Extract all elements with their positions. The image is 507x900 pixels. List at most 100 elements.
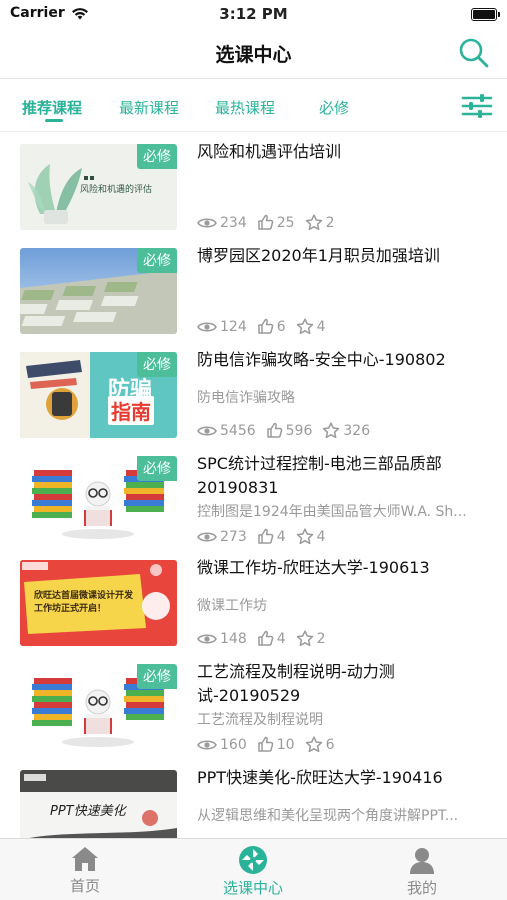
course-thumbnail: 欣旺达首届微课设计开发工作坊正式开启！: [20, 560, 177, 646]
course-title: 微课工作坊-欣旺达大学-190613: [197, 558, 430, 577]
views-count: 5456: [220, 422, 256, 439]
course-thumbnail: 必修: [20, 456, 177, 542]
required-badge: 必修: [137, 456, 177, 481]
required-badge: 必修: [137, 352, 177, 377]
tab-active-indicator: [45, 119, 63, 122]
course-stats: 148 4 2: [197, 630, 336, 647]
person-icon: [410, 848, 434, 874]
course-title: 博罗园区2020年1月职员加强培训: [197, 246, 440, 265]
likes-count: 596: [285, 422, 313, 439]
likes-count: 10: [276, 736, 295, 753]
course-subtitle: 从逻辑思维和美化呈现两个角度讲解PPT...: [197, 808, 459, 824]
course-item[interactable]: 风险和机遇的评估 必修 风险和机遇评估培训 234 25 2: [0, 132, 507, 236]
course-stats: 160 10 6: [197, 736, 344, 753]
star-icon: [296, 318, 313, 335]
required-badge: 必修: [137, 248, 177, 273]
course-thumbnail: 防骗 指南 必修: [20, 352, 177, 438]
thumbs-up-icon: [257, 318, 274, 334]
course-title: 风险和机遇评估培训: [197, 142, 342, 161]
eye-icon: [197, 425, 217, 436]
star-icon: [305, 736, 322, 753]
course-title: 工艺流程及制程说明-动力测试-20190529: [197, 662, 395, 705]
tabbar-label: 首页: [69, 877, 100, 895]
views-count: 124: [220, 318, 247, 335]
eye-icon: [197, 633, 217, 644]
tab-required[interactable]: 必修: [319, 97, 349, 118]
battery-icon: [471, 8, 500, 21]
stars-count: 326: [343, 422, 371, 439]
course-title: PPT快速美化-欣旺达大学-190416: [197, 768, 443, 787]
eye-icon: [197, 321, 217, 332]
nav-bar: 选课中心: [0, 28, 507, 78]
tabbar-item-course-center[interactable]: 选课中心: [193, 845, 313, 898]
course-item[interactable]: 必修 SPC统计过程控制-电池三部品质部20190831 控制图是1924年由美…: [0, 444, 507, 548]
star-icon: [323, 422, 340, 439]
likes-count: 6: [276, 318, 286, 335]
stars-count: 6: [325, 736, 335, 753]
views-count: 234: [220, 214, 247, 231]
tabbar-label: 选课中心: [222, 879, 283, 897]
course-item[interactable]: 欣旺达首届微课设计开发工作坊正式开启！ 微课工作坊-欣旺达大学-190613 微…: [0, 548, 507, 652]
course-title: 防电信诈骗攻略-安全中心-190802: [197, 350, 446, 369]
page-title: 选课中心: [215, 44, 292, 66]
stars-count: 4: [316, 318, 326, 335]
views-count: 148: [220, 630, 247, 647]
likes-count: 25: [276, 214, 295, 231]
eye-icon: [197, 531, 217, 542]
course-stats: 234 25 2: [197, 214, 344, 231]
star-icon: [296, 528, 313, 545]
course-subtitle: 工艺流程及制程说明: [197, 712, 323, 728]
thumbs-up-icon: [257, 214, 274, 230]
thumb-caption: PPT快速美化: [50, 804, 126, 819]
course-stats: 5456 596 326: [197, 422, 380, 439]
course-stats: 273 4 4: [197, 528, 336, 545]
course-item[interactable]: 必修 工艺流程及制程说明-动力测试-20190529 工艺流程及制程说明 160…: [0, 652, 507, 756]
views-count: 160: [220, 736, 247, 753]
home-icon: [72, 847, 98, 871]
course-item[interactable]: 必修 博罗园区2020年1月职员加强培训 124 6 4: [0, 236, 507, 340]
tab-hottest[interactable]: 最热课程: [215, 97, 275, 118]
course-item[interactable]: PPT快速美化 PPT快速美化-欣旺达大学-190416 从逻辑思维和美化呈现两…: [0, 758, 507, 838]
thumb-caption: 欣旺达首届微课设计开发工作坊正式开启！: [34, 591, 134, 614]
thumb-subheadline: 指南: [108, 396, 154, 425]
bottom-tab-bar: 首页 选课中心 我的: [0, 838, 507, 900]
star-icon: [305, 214, 322, 231]
thumb-caption: 风险和机遇的评估: [80, 185, 153, 195]
stars-count: 4: [316, 528, 326, 545]
stars-count: 2: [316, 630, 326, 647]
thumbs-up-icon: [257, 528, 274, 544]
course-subtitle: 防电信诈骗攻略: [197, 390, 295, 406]
search-icon[interactable]: [457, 36, 491, 70]
tabbar-item-home[interactable]: 首页: [25, 845, 145, 896]
eye-icon: [197, 739, 217, 750]
screen: Carrier 3:12 PM 选课中心 推荐课程 最新课程 最热课程 必修 风…: [0, 0, 507, 900]
course-stats: 124 6 4: [197, 318, 336, 335]
eye-icon: [197, 217, 217, 228]
course-list: 风险和机遇的评估 必修 风险和机遇评估培训 234 25 2 必修 博罗园区20…: [0, 132, 507, 838]
aperture-icon: [239, 846, 267, 874]
course-thumbnail: 必修: [20, 664, 177, 750]
stars-count: 2: [325, 214, 335, 231]
star-icon: [296, 630, 313, 647]
status-time: 3:12 PM: [219, 5, 288, 23]
likes-count: 4: [276, 630, 286, 647]
filter-sliders-icon[interactable]: [461, 93, 493, 119]
course-title: SPC统计过程控制-电池三部品质部20190831: [197, 454, 442, 497]
status-bar: Carrier 3:12 PM: [0, 0, 507, 28]
tab-latest[interactable]: 最新课程: [119, 97, 179, 118]
course-subtitle: 微课工作坊: [197, 598, 267, 614]
tabbar-item-profile[interactable]: 我的: [362, 845, 482, 898]
thumbs-up-icon: [266, 422, 282, 438]
tab-recommended[interactable]: 推荐课程: [22, 97, 82, 118]
course-item[interactable]: 防骗 指南 必修 防电信诈骗攻略-安全中心-190802 防电信诈骗攻略 545…: [0, 340, 507, 444]
course-thumbnail: 风险和机遇的评估 必修: [20, 144, 177, 230]
views-count: 273: [220, 528, 247, 545]
category-tabs: 推荐课程 最新课程 最热课程 必修: [0, 79, 507, 131]
thumbs-up-icon: [257, 736, 274, 752]
course-subtitle: 控制图是1924年由美国品管大师W.A. Sh...: [197, 504, 467, 520]
thumbs-up-icon: [257, 630, 274, 646]
required-badge: 必修: [137, 664, 177, 689]
likes-count: 4: [276, 528, 286, 545]
course-thumbnail: 必修: [20, 248, 177, 334]
tabbar-label: 我的: [406, 879, 437, 897]
